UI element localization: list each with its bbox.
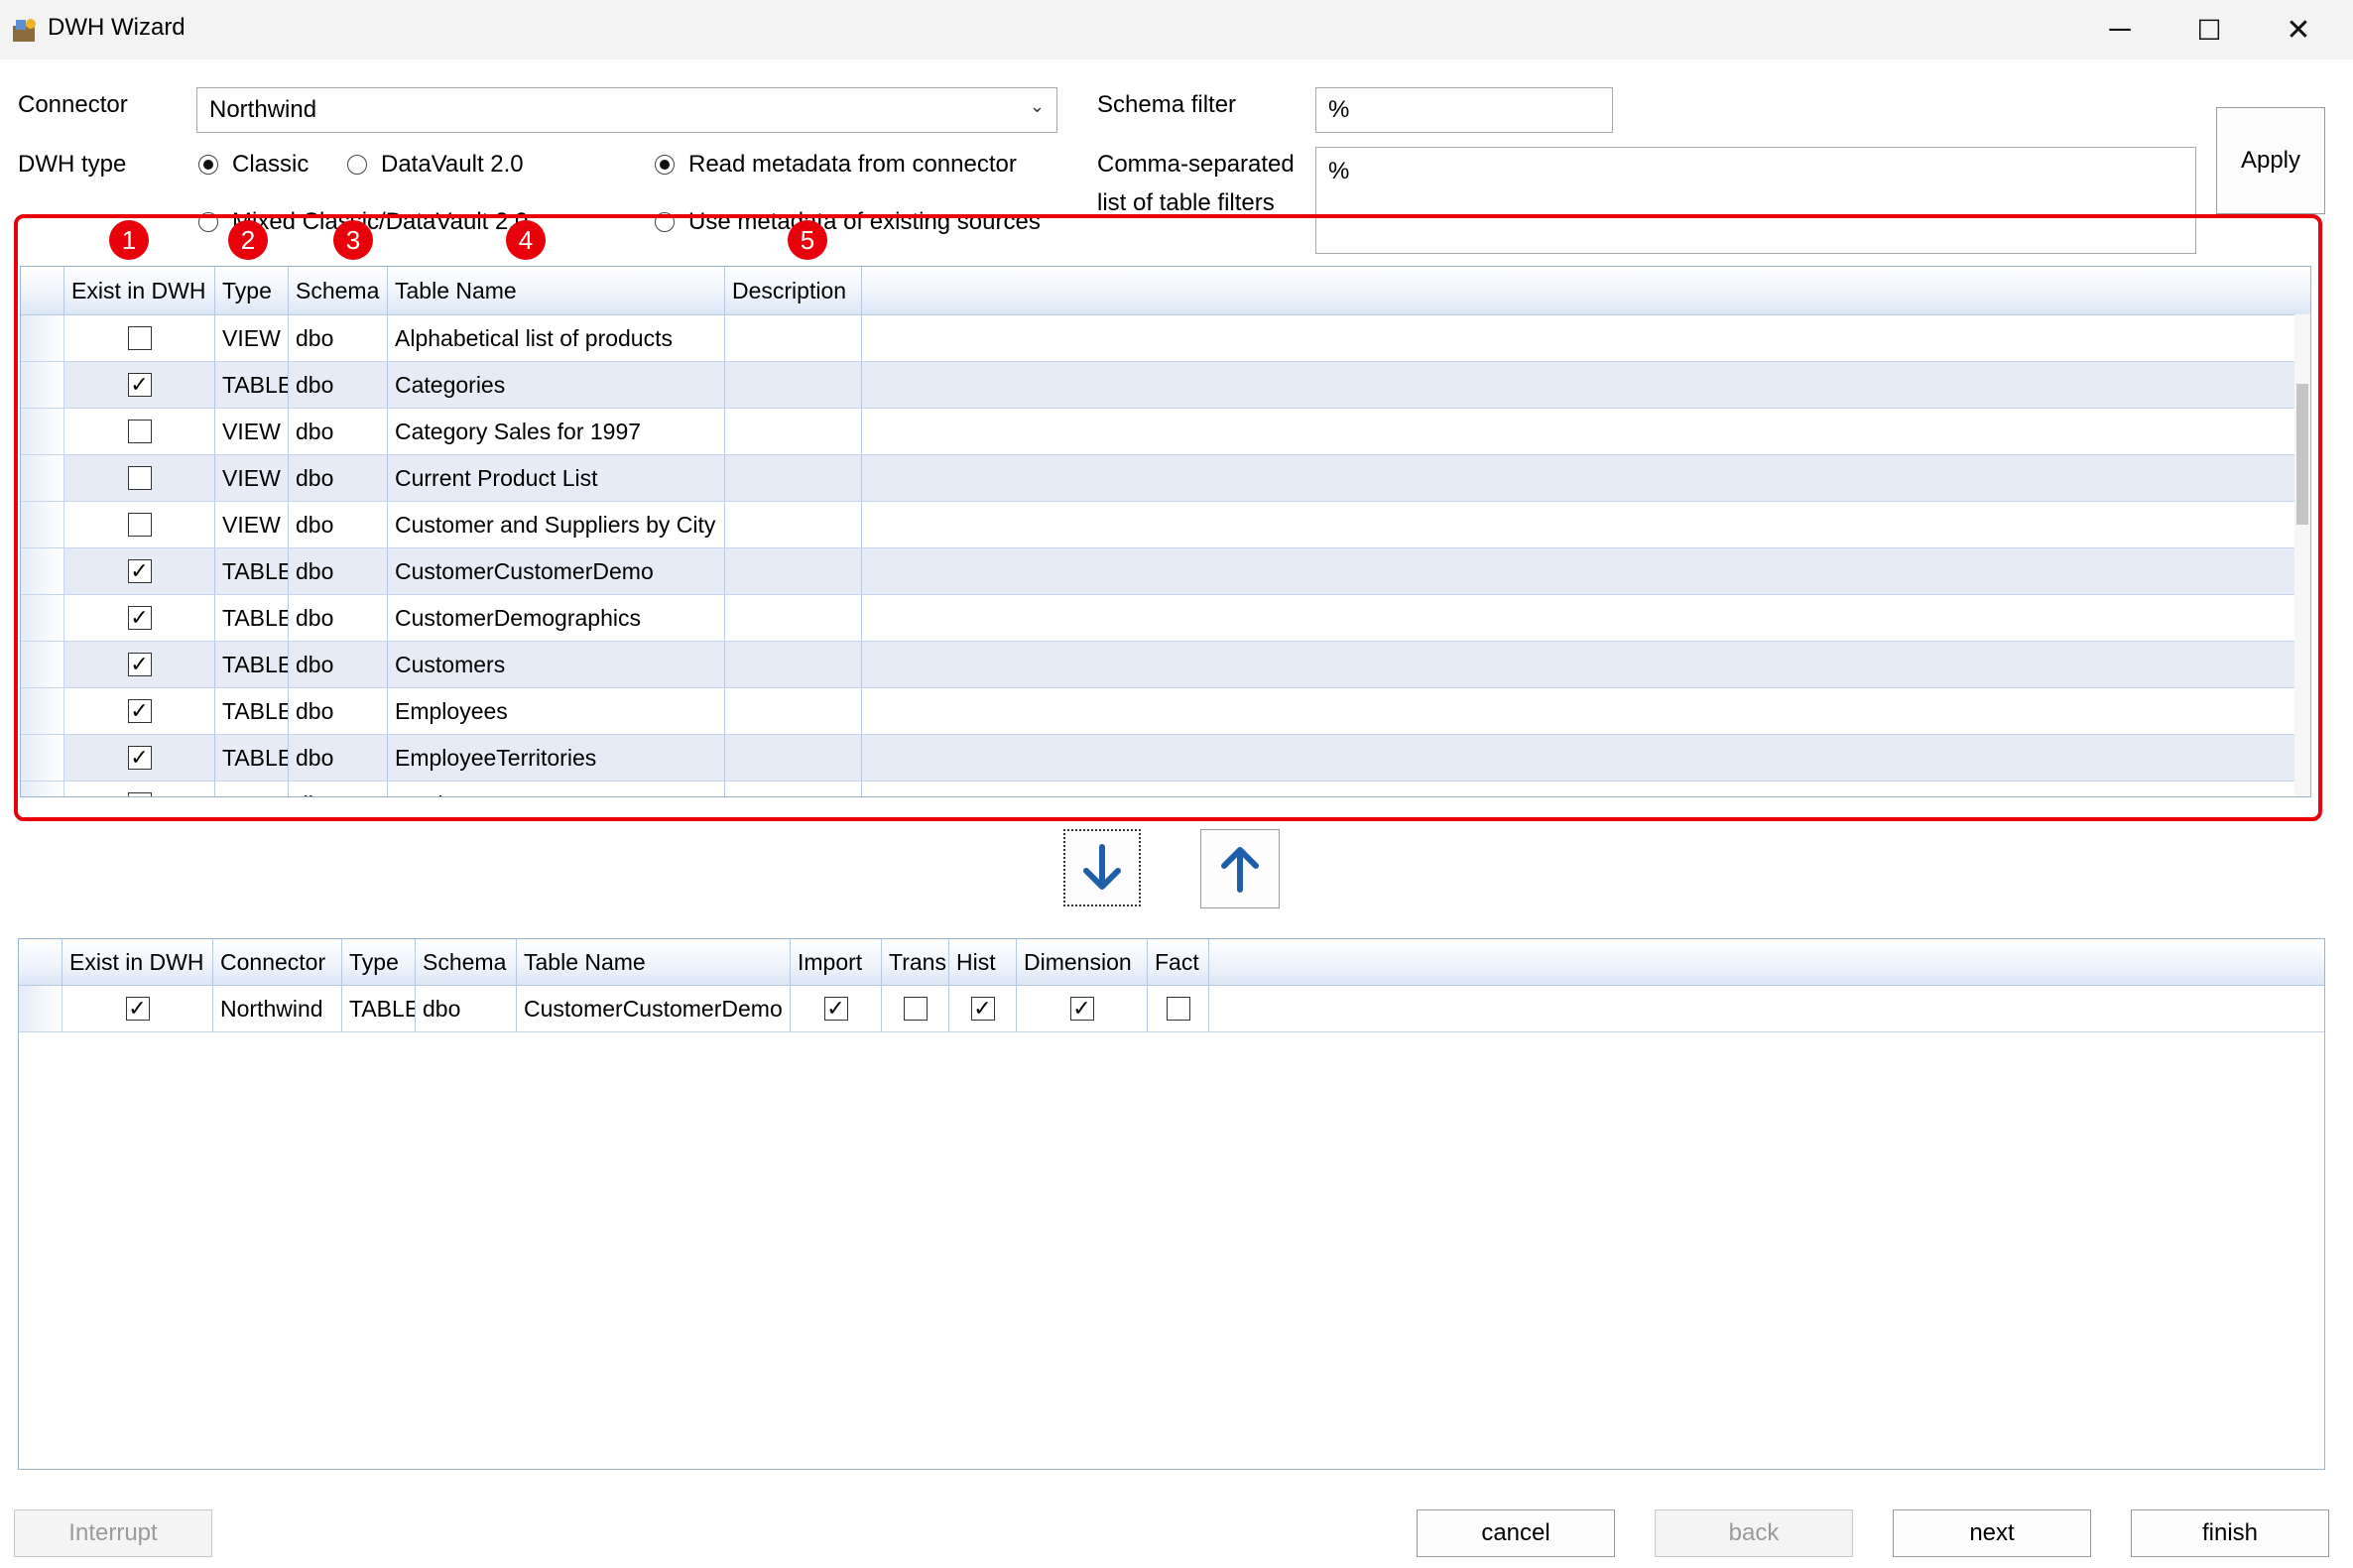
trans-checkbox[interactable] — [903, 997, 928, 1021]
sel-col-connector[interactable]: Connector — [213, 939, 342, 985]
sel-col-exist-in-dwh[interactable]: Exist in DWH — [62, 939, 213, 985]
table-row[interactable]: ✓ Northwind TABLE dbo CustomerCustomerDemo ✓ ✓… — [19, 986, 2324, 1032]
exist-in-dwh-cell[interactable]: ✓ — [62, 986, 213, 1031]
table-filter-value: % — [1328, 158, 1350, 184]
badge-1: 1 — [109, 220, 149, 260]
radio-datavault[interactable]: DataVault 2.0 — [347, 151, 524, 179]
import-cell[interactable]: ✓ — [791, 986, 882, 1031]
apply-button[interactable]: Apply — [2216, 107, 2325, 214]
close-button[interactable]: ✕ — [2254, 0, 2343, 60]
checkmark-icon: ✓ — [1072, 996, 1091, 1021]
checkmark-icon: ✓ — [973, 996, 992, 1021]
table-filter-label-line1: Comma-separated — [1097, 151, 1295, 178]
radio-datavault-label: DataVault 2.0 — [381, 151, 524, 178]
move-down-button[interactable] — [1063, 829, 1141, 906]
next-button[interactable]: next — [1893, 1509, 2091, 1557]
exist-in-dwh-checkbox[interactable]: ✓ — [125, 996, 150, 1021]
sel-col-table-name[interactable]: Table Name — [517, 939, 791, 985]
radio-classic-circle — [198, 155, 218, 175]
checkmark-icon: ✓ — [826, 996, 845, 1021]
move-up-button[interactable] — [1200, 829, 1280, 908]
connector-cell: Northwind — [213, 986, 342, 1031]
arrow-up-icon — [1221, 847, 1259, 893]
finish-button[interactable]: finish — [2131, 1509, 2329, 1557]
badge-4: 4 — [506, 220, 546, 260]
badge-3: 3 — [333, 220, 373, 260]
app-icon — [10, 16, 40, 46]
sel-col-type[interactable]: Type — [342, 939, 416, 985]
fact-cell[interactable] — [1148, 986, 1209, 1031]
arrow-down-icon — [1083, 844, 1121, 890]
schema-filter-label: Schema filter — [1097, 91, 1237, 118]
dwh-type-label: DWH type — [18, 151, 127, 178]
cancel-button[interactable]: cancel — [1417, 1509, 1615, 1557]
hist-cell[interactable]: ✓ — [949, 986, 1017, 1031]
badge-2: 2 — [228, 220, 268, 260]
trans-cell[interactable] — [882, 986, 949, 1031]
sel-col-import[interactable]: Import — [791, 939, 882, 985]
minimize-icon: ─ — [2109, 13, 2131, 46]
sel-col-fact[interactable]: Fact — [1148, 939, 1209, 985]
import-checkbox[interactable]: ✓ — [823, 996, 848, 1021]
radio-classic[interactable]: Classic — [198, 151, 309, 179]
radio-read-metadata-label: Read metadata from connector — [688, 151, 1017, 178]
close-icon: ✕ — [2286, 13, 2311, 47]
radio-read-metadata-circle — [655, 155, 675, 175]
sel-col-dimension[interactable]: Dimension — [1017, 939, 1148, 985]
interrupt-button[interactable]: Interrupt — [14, 1509, 212, 1557]
badge-5: 5 — [788, 220, 827, 260]
sel-col-trans[interactable]: Trans — [882, 939, 949, 985]
back-button[interactable]: back — [1655, 1509, 1853, 1557]
selected-grid-body: ✓ Northwind TABLE dbo CustomerCustomerDemo ✓ ✓… — [19, 986, 2324, 1032]
radio-read-metadata[interactable]: Read metadata from connector — [655, 151, 1017, 179]
fact-checkbox[interactable] — [1166, 997, 1190, 1021]
schema-filter-value: % — [1328, 96, 1350, 123]
schema-filter-input[interactable]: % — [1315, 87, 1613, 133]
selected-corner[interactable] — [19, 939, 62, 985]
dimension-checkbox[interactable]: ✓ — [1069, 996, 1094, 1021]
schema-cell: dbo — [416, 986, 517, 1031]
row-header[interactable] — [19, 986, 62, 1031]
chevron-down-icon: ⌄ — [1029, 96, 1045, 116]
radio-datavault-circle — [347, 155, 367, 175]
maximize-button[interactable]: ☐ — [2165, 0, 2254, 60]
dimension-cell[interactable]: ✓ — [1017, 986, 1148, 1031]
hist-checkbox[interactable]: ✓ — [970, 996, 995, 1021]
maximize-icon: ☐ — [2196, 14, 2222, 46]
connector-label: Connector — [18, 91, 128, 118]
table-filter-label-line2: list of table filters — [1097, 189, 1275, 216]
selected-table-grid[interactable]: Exist in DWH Connector Type Schema Table… — [18, 938, 2325, 1470]
type-cell: TABLE — [342, 986, 416, 1031]
window-title: DWH Wizard — [48, 14, 186, 41]
selected-grid-header: Exist in DWH Connector Type Schema Table… — [19, 939, 2324, 986]
title-bar: DWH Wizard ─ ☐ ✕ — [0, 0, 2353, 60]
highlight-frame — [14, 214, 2322, 821]
connector-select[interactable]: Northwind ⌄ — [196, 87, 1057, 133]
checkmark-icon: ✓ — [128, 996, 147, 1021]
sel-col-schema[interactable]: Schema — [416, 939, 517, 985]
sel-col-hist[interactable]: Hist — [949, 939, 1017, 985]
connector-value: Northwind — [209, 96, 317, 123]
table-name-cell: CustomerCustomerDemo — [517, 986, 791, 1031]
radio-classic-label: Classic — [232, 151, 310, 178]
minimize-button[interactable]: ─ — [2075, 0, 2165, 60]
